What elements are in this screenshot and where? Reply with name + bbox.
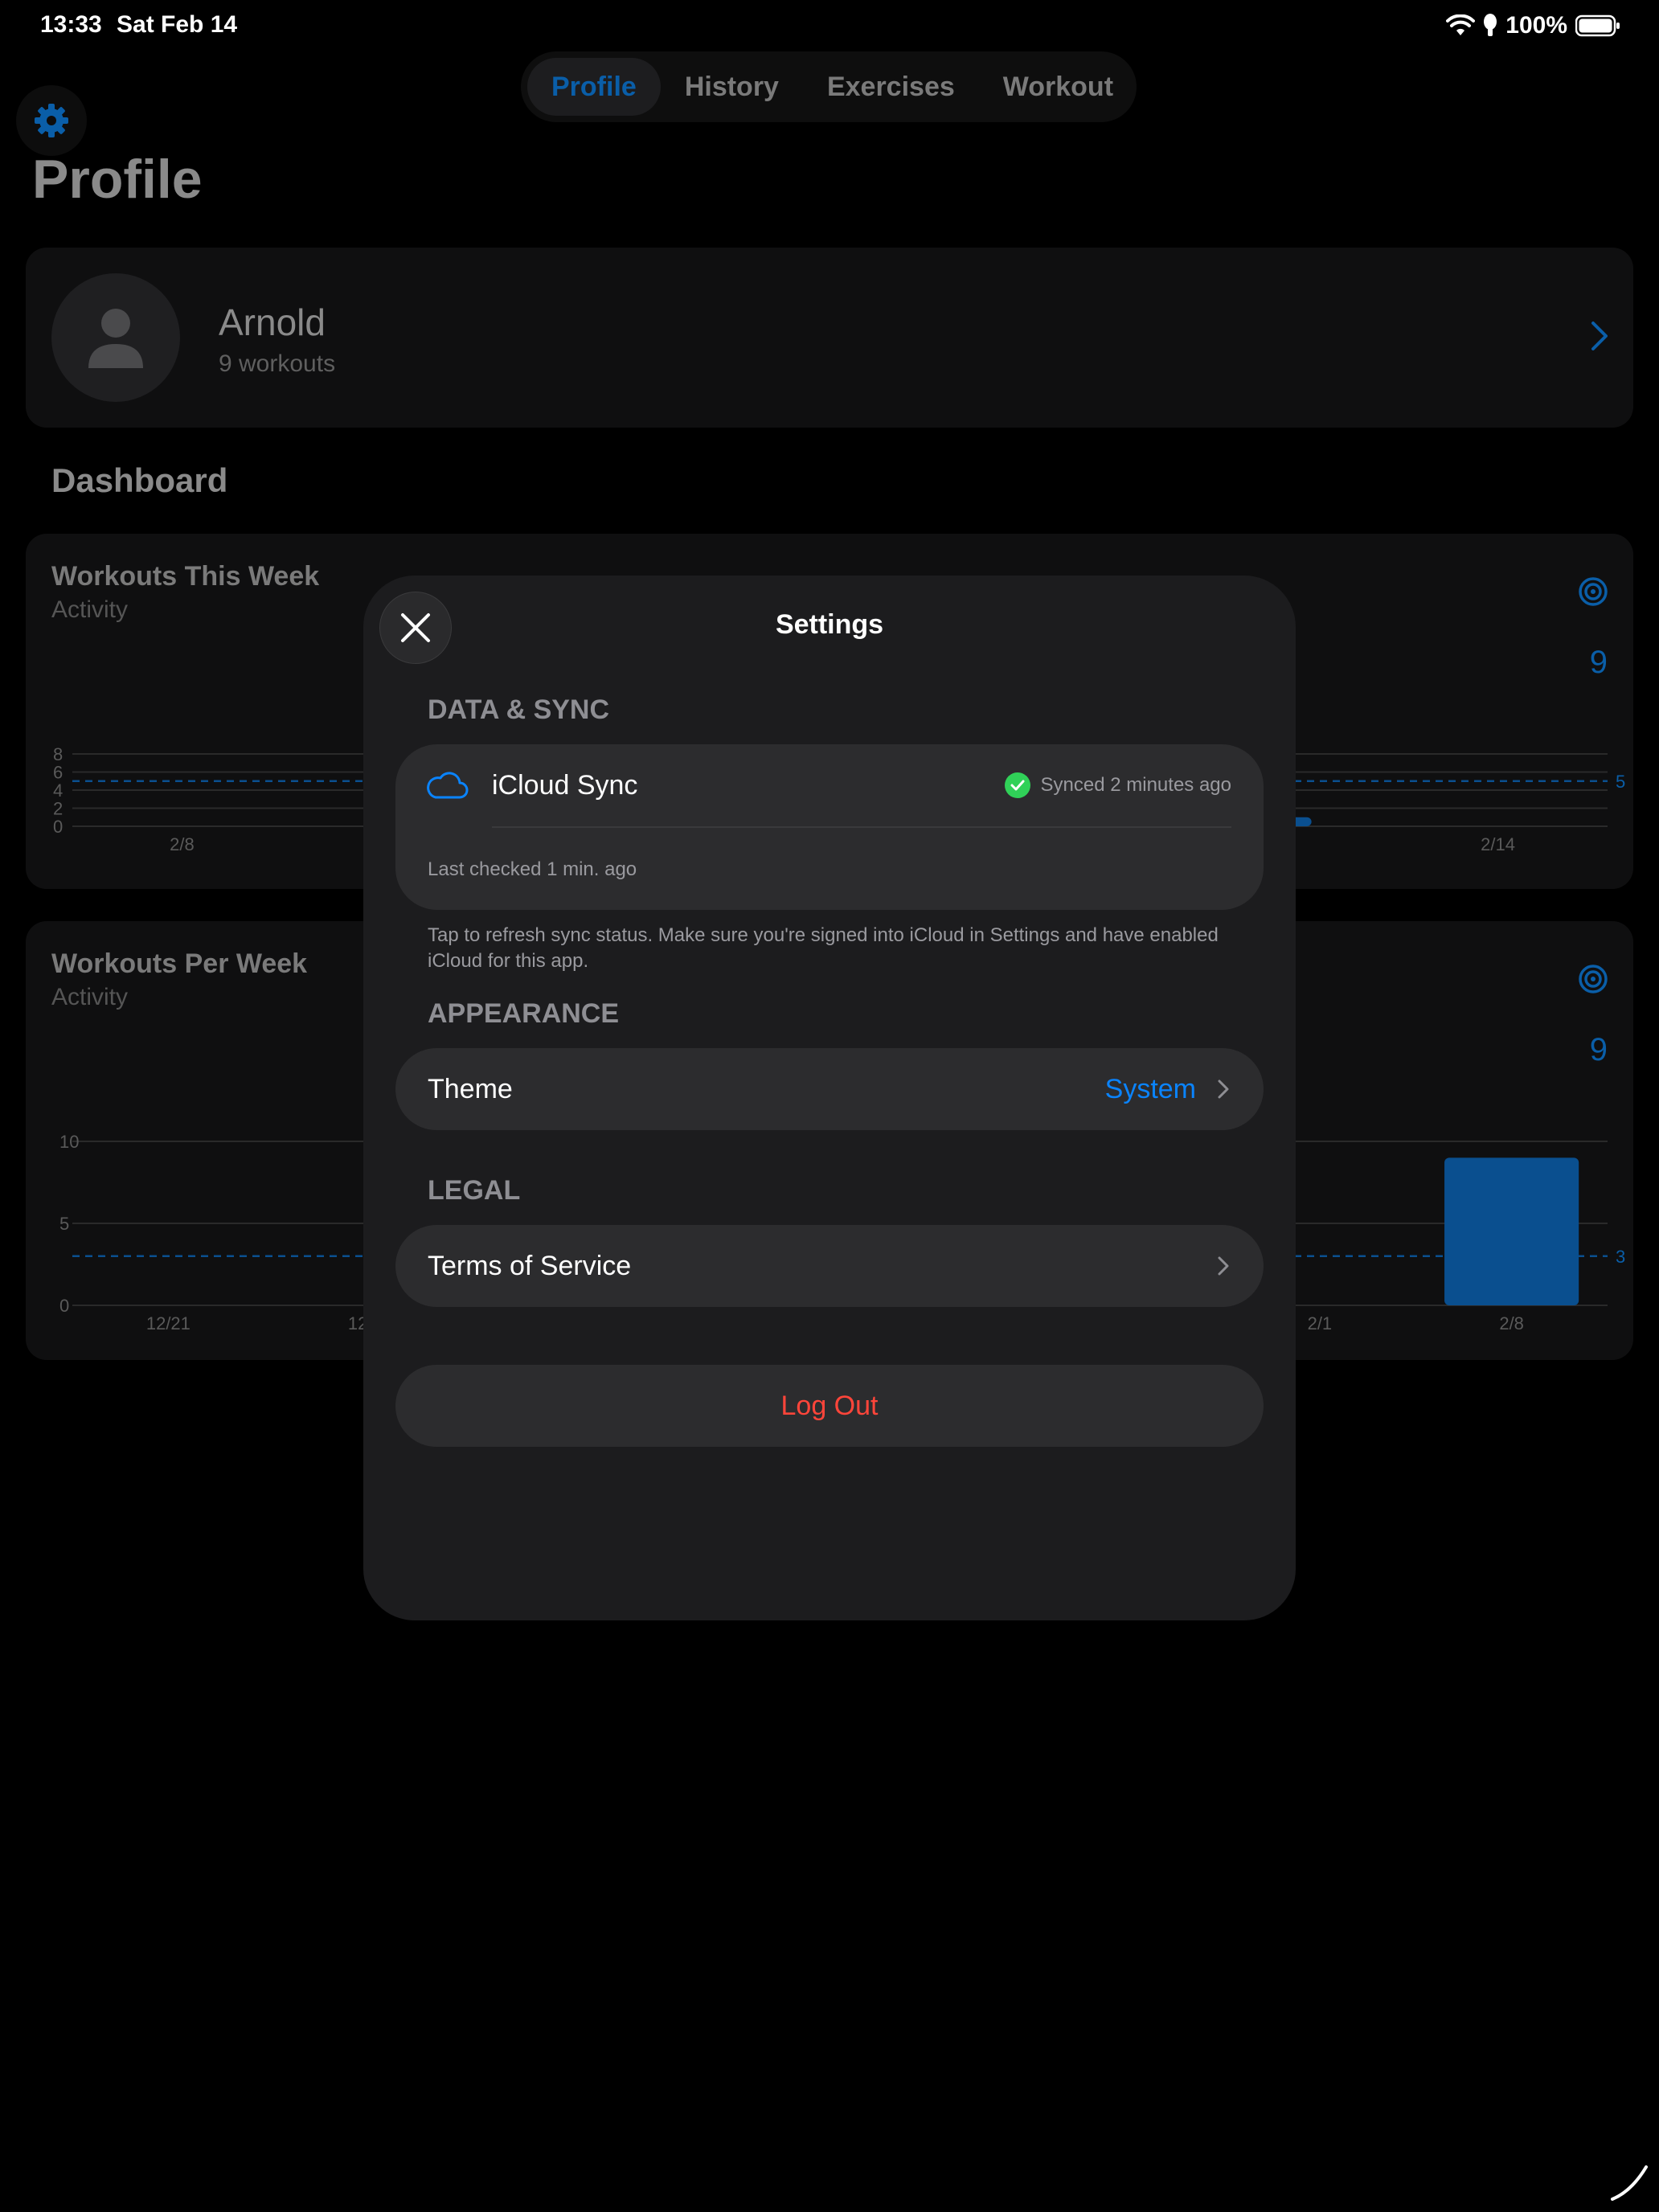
sync-footer-text: Tap to refresh sync status. Make sure yo…: [428, 924, 1219, 972]
profile-card[interactable]: Arnold 9 workouts: [26, 248, 1633, 428]
battery-icon: [1575, 14, 1620, 37]
person-icon: [88, 309, 143, 368]
tab-profile[interactable]: Profile: [527, 58, 661, 116]
x-tick-label: 12/21: [146, 1313, 190, 1333]
icloud-sync-group[interactable]: iCloud Sync Synced 2 minutes ago Last ch…: [395, 744, 1264, 910]
status-date: Sat Feb 14: [117, 11, 238, 38]
target-line-label: 5: [1616, 772, 1625, 792]
x-tick-label: 2/14: [1481, 834, 1515, 854]
theme-label: Theme: [428, 1074, 513, 1104]
last-checked-text: Last checked 1 min. ago: [428, 858, 637, 880]
terms-of-service-label: Terms of Service: [428, 1251, 632, 1281]
status-right: 100%: [1446, 10, 1620, 42]
chevron-right-icon: [1218, 1256, 1229, 1276]
dashboard-title: Dashboard: [51, 461, 228, 499]
x-tick-label: 2/8: [1499, 1313, 1524, 1333]
section-header-appearance: APPEARANCE: [428, 998, 620, 1029]
settings-sheet: Settings DATA & SYNC iCloud Sync Synced …: [363, 576, 1296, 1620]
y-tick-label: 5: [59, 1214, 69, 1234]
y-tick-label: 8: [53, 744, 63, 764]
section-header-data-sync: DATA & SYNC: [428, 694, 610, 725]
settings-title: Settings: [775, 609, 884, 640]
terms-of-service-row[interactable]: Terms of Service: [395, 1225, 1264, 1307]
x-tick-label: 2/8: [170, 834, 195, 854]
main-tab-bar: Profile History Exercises Workout: [521, 51, 1137, 122]
sync-status: Synced 2 minutes ago: [1004, 772, 1231, 799]
profile-workout-count: 9 workouts: [219, 350, 336, 377]
status-time: 13:33: [40, 11, 102, 38]
theme-value: System: [1104, 1074, 1196, 1104]
tab-workout[interactable]: Workout: [979, 58, 1137, 116]
section-header-legal: LEGAL: [428, 1175, 521, 1206]
icloud-sync-label: iCloud Sync: [492, 770, 638, 801]
logout-button[interactable]: Log Out: [395, 1365, 1264, 1447]
page-title: Profile: [32, 149, 203, 210]
y-tick-label: 10: [59, 1132, 79, 1152]
home-indicator-icon: [1611, 2165, 1648, 2201]
settings-button[interactable]: [16, 85, 87, 156]
x-tick-label: 2/1: [1308, 1313, 1333, 1333]
y-tick-label: 4: [53, 780, 63, 801]
target-line-label: 3: [1616, 1247, 1625, 1267]
tab-exercises[interactable]: Exercises: [803, 58, 979, 116]
tab-history[interactable]: History: [661, 58, 803, 116]
theme-row[interactable]: Theme System: [395, 1048, 1264, 1130]
checkmark-circle-icon: [1004, 772, 1030, 798]
cloud-icon: [427, 772, 469, 799]
y-tick-label: 6: [53, 763, 63, 783]
profile-name: Arnold: [219, 301, 326, 343]
sync-status-text: Synced 2 minutes ago: [1040, 774, 1231, 796]
avatar: [51, 273, 180, 402]
y-tick-label: 0: [53, 817, 63, 837]
chevron-right-icon: [1591, 322, 1608, 350]
divider: [492, 826, 1231, 828]
gear-icon: [35, 104, 68, 137]
flashlight-icon: [1484, 14, 1497, 36]
status-bar: 13:33 Sat Feb 14 100%: [0, 0, 1659, 51]
battery-percent: 100%: [1505, 12, 1567, 39]
bar: [1444, 1157, 1579, 1305]
y-tick-label: 0: [59, 1296, 69, 1316]
y-tick-label: 2: [53, 799, 63, 819]
logout-label: Log Out: [780, 1391, 879, 1421]
chevron-right-icon: [1218, 1079, 1229, 1099]
wifi-icon: [1446, 14, 1476, 35]
